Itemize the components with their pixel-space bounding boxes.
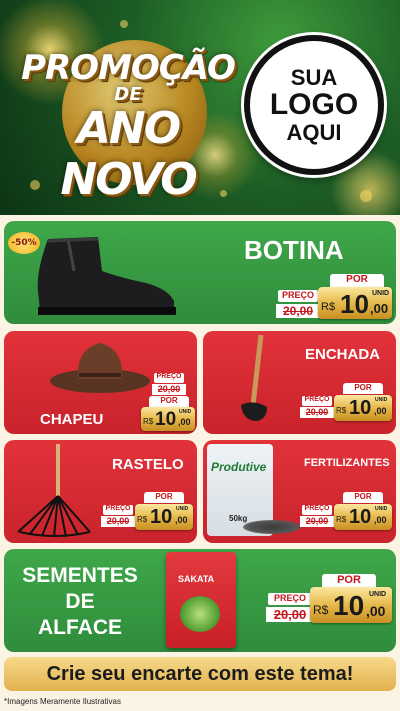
promo-title-line2: DE bbox=[114, 84, 142, 105]
currency-symbol: R$ bbox=[321, 301, 336, 313]
unit-label: UNID bbox=[372, 290, 390, 297]
bag-brand: Produtive bbox=[211, 460, 267, 474]
price-tag: R$ 10 ,00 UNID bbox=[318, 287, 392, 319]
logo-placeholder[interactable]: SUA LOGO AQUI bbox=[244, 35, 384, 175]
product-name-line1: SEMENTES bbox=[22, 564, 138, 587]
old-price: 20,00 bbox=[276, 304, 320, 318]
preco-label: PREÇO bbox=[302, 396, 332, 406]
por-label: POR bbox=[330, 274, 384, 288]
currency-symbol: R$ bbox=[336, 515, 347, 524]
old-price: 20,00 bbox=[152, 384, 186, 395]
price-tag: R$ 10 ,00 UNID bbox=[334, 504, 392, 530]
price-tag: R$ 10 ,00 UNID bbox=[141, 407, 195, 431]
product-card-botina[interactable]: BOTINA POR PREÇO 20,00 R$ 10 ,00 UNID bbox=[4, 221, 396, 324]
product-name: RASTELO bbox=[112, 456, 184, 473]
price-integer: 10 bbox=[155, 409, 177, 430]
seed-packet-image: SAKATA bbox=[166, 552, 236, 648]
packet-brand: SAKATA bbox=[178, 574, 215, 584]
promo-title-line3: ANO NOVO bbox=[60, 103, 197, 205]
price-integer: 10 bbox=[340, 289, 369, 319]
product-card-fertilizantes[interactable]: Produtive 50kg FERTILIZANTES POR PREÇO 2… bbox=[203, 440, 396, 543]
unit-label: UNID bbox=[375, 506, 388, 512]
bokeh-light bbox=[120, 20, 128, 28]
price-integer: 10 bbox=[333, 590, 365, 621]
promo-title-line1: PROMOÇÃO bbox=[21, 48, 236, 88]
fertilizer-granules bbox=[243, 520, 301, 534]
old-price: 20,00 bbox=[300, 407, 334, 418]
old-price: 20,00 bbox=[300, 516, 334, 527]
lettuce-graphic bbox=[180, 596, 220, 632]
por-label: POR bbox=[343, 492, 383, 503]
discount-badge: -50% bbox=[8, 232, 40, 254]
por-label: POR bbox=[343, 383, 383, 394]
por-label: POR bbox=[322, 574, 376, 588]
preco-label: PREÇO bbox=[278, 290, 318, 302]
product-name-line2: DE bbox=[65, 590, 95, 613]
preco-label: PREÇO bbox=[302, 505, 332, 515]
currency-symbol: R$ bbox=[137, 515, 148, 524]
product-name: ENCHADA bbox=[305, 346, 380, 363]
product-card-enchada[interactable]: ENCHADA POR PREÇO 20,00 R$ 10 ,00 UNID bbox=[203, 331, 396, 434]
product-name-line3: ALFACE bbox=[38, 616, 122, 639]
price-cents: ,00 bbox=[175, 515, 188, 525]
product-name: FERTILIZANTES bbox=[304, 457, 390, 469]
rake-image bbox=[17, 444, 91, 538]
cta-banner[interactable]: Crie seu encarte com este tema! bbox=[4, 657, 396, 691]
currency-symbol: R$ bbox=[336, 406, 347, 415]
logo-text-line1: SUA bbox=[290, 65, 338, 91]
unit-label: UNID bbox=[375, 397, 388, 403]
price-integer: 10 bbox=[349, 506, 372, 528]
price-cents: ,00 bbox=[370, 301, 389, 316]
bokeh-light bbox=[360, 190, 372, 202]
preco-label: PREÇO bbox=[154, 373, 184, 383]
unit-label: UNID bbox=[176, 506, 189, 512]
por-label: POR bbox=[149, 396, 189, 407]
price-integer: 10 bbox=[150, 506, 173, 528]
unit-label: UNID bbox=[179, 409, 192, 415]
unit-label: UNID bbox=[369, 591, 387, 598]
por-label: POR bbox=[144, 492, 184, 503]
logo-text-line2: LOGO bbox=[269, 88, 359, 122]
old-price: 20,00 bbox=[101, 516, 135, 527]
product-name: CHAPEU bbox=[40, 411, 104, 428]
product-card-sementes[interactable]: SEMENTES DE ALFACE SAKATA POR PREÇO 20,0… bbox=[4, 549, 396, 652]
product-card-rastelo[interactable]: RASTELO POR PREÇO 20,00 R$ 10 ,00 UNID bbox=[4, 440, 197, 543]
header: PROMOÇÃO DE ANO NOVO SUA LOGO AQUI bbox=[0, 0, 400, 215]
preco-label: PREÇO bbox=[103, 505, 133, 515]
price-tag: R$ 10 ,00 UNID bbox=[135, 504, 193, 530]
price-tag: R$ 10 ,00 UNID bbox=[334, 395, 392, 421]
logo-text-line3: AQUI bbox=[286, 119, 342, 145]
product-name: BOTINA bbox=[244, 235, 344, 265]
price-cents: ,00 bbox=[374, 515, 387, 525]
bag-weight: 50kg bbox=[229, 514, 248, 523]
disclaimer-footnote: *Imagens Meramente Ilustrativas bbox=[4, 697, 121, 706]
product-name: SEMENTES DE ALFACE bbox=[10, 563, 150, 641]
currency-symbol: R$ bbox=[143, 417, 154, 426]
price-cents: ,00 bbox=[178, 417, 191, 427]
hat-image bbox=[50, 343, 150, 393]
price-integer: 10 bbox=[349, 397, 372, 419]
price-cents: ,00 bbox=[374, 406, 387, 416]
currency-symbol: R$ bbox=[313, 603, 329, 617]
product-card-chapeu[interactable]: CHAPEU PREÇO 20,00 POR R$ 10 ,00 UNID bbox=[4, 331, 197, 434]
boot-image bbox=[37, 237, 176, 315]
price-cents: ,00 bbox=[366, 603, 386, 619]
preco-label: PREÇO bbox=[268, 593, 312, 605]
price-tag: R$ 10 ,00 UNID bbox=[310, 587, 392, 623]
hoe-image bbox=[241, 334, 267, 421]
old-price: 20,00 bbox=[266, 607, 314, 622]
